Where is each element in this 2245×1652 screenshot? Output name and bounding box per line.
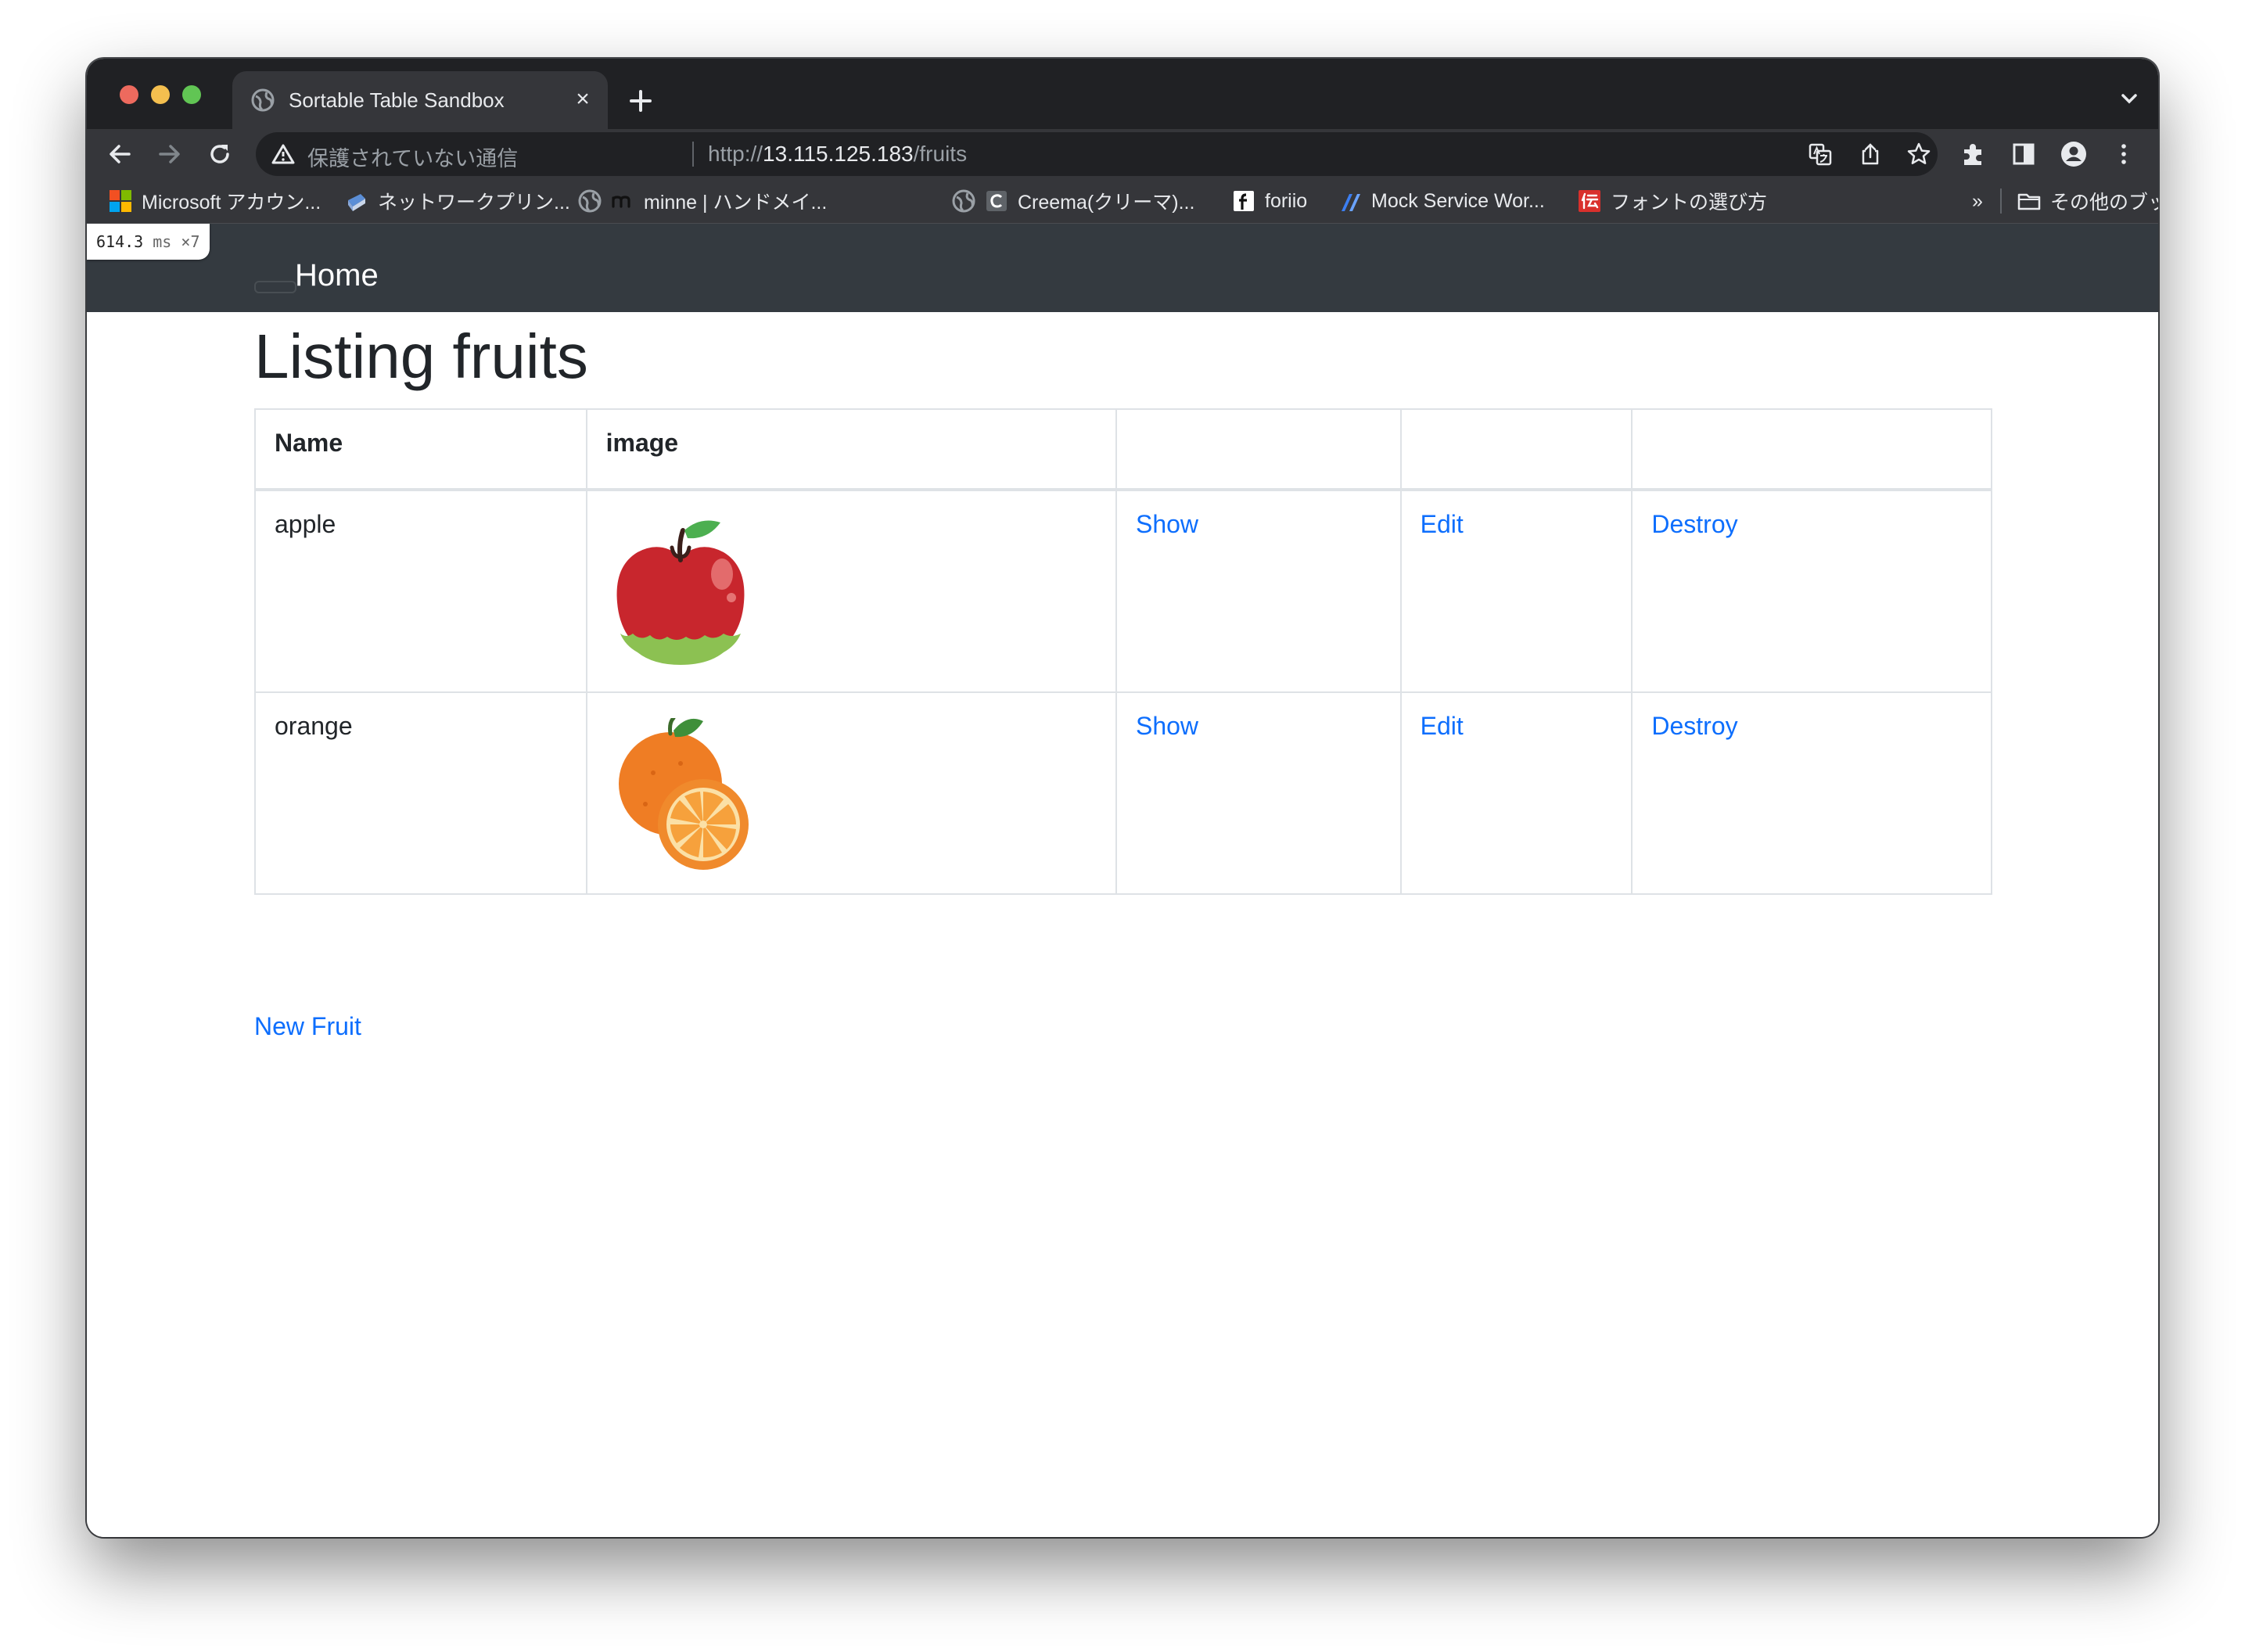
edit-cell: Edit xyxy=(1399,691,1633,895)
bookmark-label: foriio xyxy=(1265,189,1308,212)
bookmark-label: Mock Service Wor... xyxy=(1371,189,1545,212)
new-tab-icon[interactable] xyxy=(625,85,656,117)
edit-link[interactable]: Edit xyxy=(1421,712,1464,740)
bookmark-label: Microsoft アカウン... xyxy=(142,192,321,214)
chevron-down-icon[interactable] xyxy=(2117,87,2141,110)
page-viewport: Home 614.3 ms ×7 Listing fruits Name ima… xyxy=(87,224,2158,1537)
perf-multiplier: ×7 xyxy=(181,232,200,251)
reload-icon[interactable] xyxy=(206,140,234,168)
bookmark-label: minne | ハンドメイ... xyxy=(644,192,828,214)
performance-badge[interactable]: 614.3 ms ×7 xyxy=(87,224,210,260)
new-fruit-link[interactable]: New Fruit xyxy=(254,1012,361,1041)
share-icon[interactable] xyxy=(1858,142,1883,167)
security-status-text[interactable]: 保護されていない通信 xyxy=(307,142,518,172)
bookmarks-overflow-button[interactable]: » xyxy=(1972,187,1983,215)
table-row: orange Show Edit Destroy xyxy=(254,691,1992,895)
star-icon[interactable] xyxy=(1906,142,1931,167)
tab-title: Sortable Table Sandbox xyxy=(289,88,505,112)
minimize-window-button[interactable] xyxy=(151,85,170,104)
table-header-row: Name image xyxy=(254,408,1992,491)
address-divider xyxy=(692,142,694,167)
globe-icon xyxy=(251,88,275,112)
column-header-image: image xyxy=(585,408,1117,491)
minne-logo-icon xyxy=(612,196,630,208)
address-bar[interactable]: 保護されていない通信 http://13.115.125.183/fruits xyxy=(256,132,1938,176)
bookmark-microsoft[interactable]: Microsoft アカウン... xyxy=(109,187,321,215)
fruit-name-cell: orange xyxy=(254,691,587,895)
maximize-window-button[interactable] xyxy=(182,85,201,104)
perf-unit: ms xyxy=(153,232,172,251)
forward-icon[interactable] xyxy=(156,140,184,168)
show-cell: Show xyxy=(1115,691,1402,895)
show-link[interactable]: Show xyxy=(1136,510,1198,538)
perf-value: 614.3 xyxy=(96,232,144,251)
destroy-cell: Destroy xyxy=(1631,489,1992,693)
url-scheme: http:// xyxy=(708,142,763,166)
printer-icon xyxy=(348,194,365,211)
browser-toolbar: 保護されていない通信 http://13.115.125.183/fruits xyxy=(87,129,2158,179)
bookmarks-divider xyxy=(2000,189,2002,214)
globe-icon xyxy=(578,189,602,213)
navbar-home-link[interactable]: Home xyxy=(295,258,379,293)
fruit-image-cell xyxy=(585,489,1117,693)
column-header-show xyxy=(1115,408,1402,491)
url-path: /fruits xyxy=(913,142,968,166)
translate-icon[interactable] xyxy=(1808,142,1833,167)
fruit-image-cell xyxy=(585,691,1117,895)
fruit-name-cell: apple xyxy=(254,489,587,693)
profile-icon[interactable] xyxy=(2060,140,2088,168)
extensions-icon[interactable] xyxy=(1959,140,1988,168)
column-header-name: Name xyxy=(254,408,587,491)
apple-image xyxy=(616,520,745,665)
bookmark-minne[interactable]: minne | ハンドメイ... xyxy=(578,187,827,215)
side-panel-icon[interactable] xyxy=(2010,140,2038,168)
other-bookmarks-folder[interactable]: その他のブックマーク xyxy=(2017,187,2158,215)
show-cell: Show xyxy=(1115,489,1402,693)
bookmark-label: Creema(クリーマ)... xyxy=(1018,192,1195,214)
bookmark-creema[interactable]: Creema(クリーマ)... xyxy=(952,187,1194,215)
bookmark-foriio[interactable]: foriio xyxy=(1232,187,1307,215)
msw-logo-icon xyxy=(1342,194,1360,211)
warning-icon[interactable] xyxy=(271,143,295,165)
foriio-logo-icon xyxy=(1234,191,1254,211)
browser-titlebar: Sortable Table Sandbox × xyxy=(87,59,2158,131)
globe-icon xyxy=(952,189,975,213)
column-header-destroy xyxy=(1631,408,1992,491)
folder-icon xyxy=(2017,193,2041,210)
edit-link[interactable]: Edit xyxy=(1421,510,1464,538)
url-host: 13.115.125.183 xyxy=(763,142,914,166)
creema-logo-icon xyxy=(986,191,1007,211)
destroy-cell: Destroy xyxy=(1631,691,1992,895)
fruits-table: Name image apple Show Edit Destroy orang… xyxy=(254,408,1992,895)
destroy-link[interactable]: Destroy xyxy=(1651,510,1737,538)
url-text[interactable]: http://13.115.125.183/fruits xyxy=(708,142,967,167)
menu-icon[interactable] xyxy=(2110,140,2138,168)
bookmarks-overflow-label: » xyxy=(1972,189,1983,212)
tab-sortable-table-sandbox[interactable]: Sortable Table Sandbox × xyxy=(232,71,608,131)
browser-window: Sortable Table Sandbox × 保護されていない通信 http… xyxy=(87,59,2158,1537)
navbar-toggler[interactable] xyxy=(254,281,296,293)
show-link[interactable]: Show xyxy=(1136,712,1198,740)
bookmark-mock-service-worker[interactable]: Mock Service Wor... xyxy=(1338,187,1545,215)
page-title: Listing fruits xyxy=(254,321,588,391)
close-window-button[interactable] xyxy=(120,85,138,104)
bookmark-font-selection[interactable]: フォントの選び方 xyxy=(1578,187,1767,215)
table-row: apple Show Edit Destroy xyxy=(254,489,1992,693)
bookmark-label: その他のブックマーク xyxy=(2050,192,2158,214)
navbar: Home xyxy=(87,224,2158,312)
orange-image xyxy=(618,718,749,870)
tab-close-icon[interactable]: × xyxy=(569,85,597,113)
column-header-edit xyxy=(1399,408,1633,491)
destroy-link[interactable]: Destroy xyxy=(1651,712,1737,740)
microsoft-logo-icon xyxy=(110,190,131,212)
edit-cell: Edit xyxy=(1399,489,1633,693)
back-icon[interactable] xyxy=(106,140,134,168)
bookmarks-bar: Microsoft アカウン... ネットワークプリン... minne | ハ… xyxy=(87,179,2158,224)
bookmark-label: フォントの選び方 xyxy=(1611,192,1768,214)
bookmark-label: ネットワークプリン... xyxy=(378,192,570,214)
den-logo-icon xyxy=(1579,190,1600,212)
bookmark-network-printer[interactable]: ネットワークプリン... xyxy=(345,187,570,215)
